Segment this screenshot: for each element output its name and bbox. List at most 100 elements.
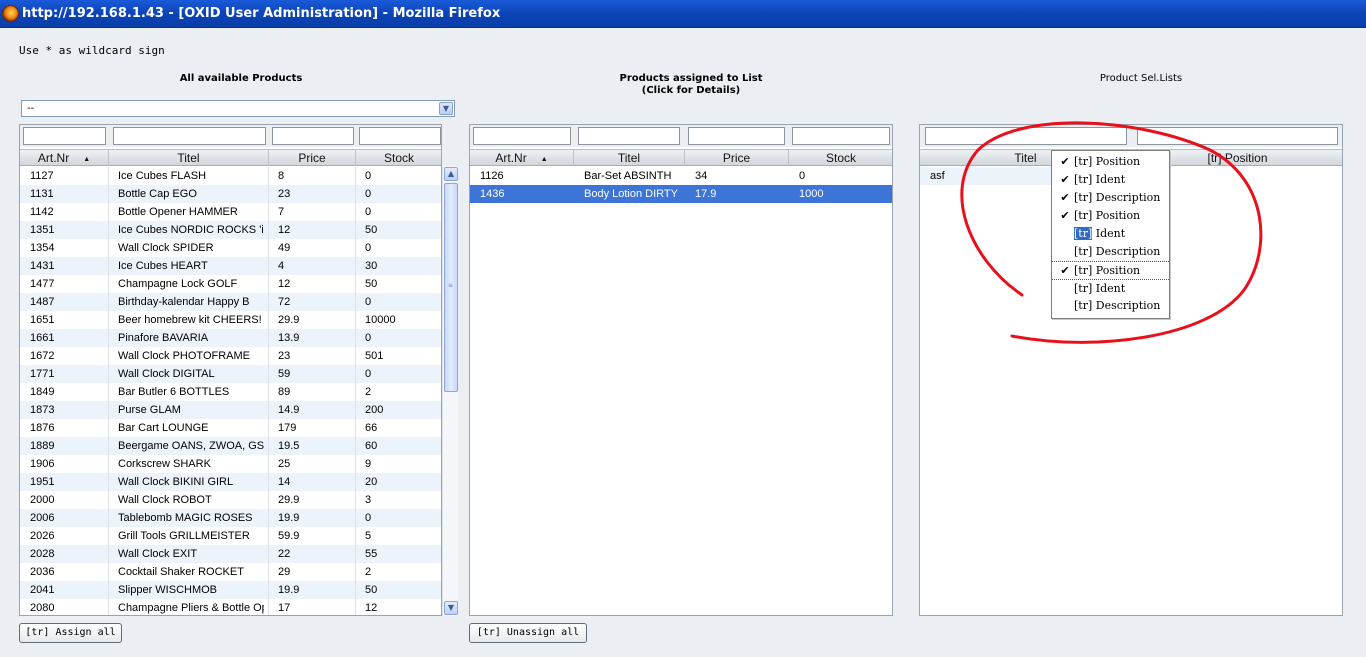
filter-position-input[interactable]	[1137, 127, 1338, 145]
scroll-thumb[interactable]: ≡	[444, 183, 458, 392]
menu-item-text: [tr] Position	[1074, 264, 1141, 277]
titel-cell: Ice Cubes NORDIC ROCKS 'ic	[118, 224, 264, 236]
left-grid-scrollbar[interactable]: ▲ ≡ ▼	[442, 166, 458, 616]
table-row[interactable]: 1127 Ice Cubes FLASH 8 0	[20, 167, 441, 185]
artnr-cell: 1906	[30, 458, 55, 470]
artnr-cell: 2028	[30, 548, 55, 560]
table-row[interactable]: 2000 Wall Clock ROBOT 29.9 3	[20, 491, 441, 509]
chevron-down-icon[interactable]: ▼	[439, 102, 453, 115]
table-row[interactable]: 2026 Grill Tools GRILLMEISTER 59.9 5	[20, 527, 441, 545]
table-row[interactable]: 1951 Wall Clock BIKINI GIRL 14 20	[20, 473, 441, 491]
table-row[interactable]: 1487 Birthday-kalendar Happy B 72 0	[20, 293, 441, 311]
table-row[interactable]: 1431 Ice Cubes HEART 4 30	[20, 257, 441, 275]
table-row[interactable]: 1889 Beergame OANS, ZWOA, GS 19.5 60	[20, 437, 441, 455]
titel-cell: Bar Cart LOUNGE	[118, 422, 209, 434]
price-cell: 29.9	[278, 314, 300, 326]
filter-titel-input[interactable]	[925, 127, 1127, 145]
artnr-cell: 1351	[30, 224, 55, 236]
table-row[interactable]: 1436 Body Lotion DIRTY 17.9 1000	[470, 185, 892, 203]
table-row[interactable]: 1351 Ice Cubes NORDIC ROCKS 'ic 12 50	[20, 221, 441, 239]
menu-item[interactable]: ✔ [tr] Ident	[1052, 171, 1169, 189]
menu-item-text: [tr] Position	[1074, 209, 1141, 222]
menu-item-label: [tr] Description	[1074, 243, 1160, 261]
column-header-price[interactable]: Price	[269, 150, 356, 166]
unassign-all-button[interactable]: [tr] Unassign all	[469, 623, 587, 643]
menu-item[interactable]: ✔ [tr] Position	[1052, 261, 1169, 279]
table-row[interactable]: 2036 Cocktail Shaker ROCKET 29 2	[20, 563, 441, 581]
stock-cell: 2	[365, 386, 372, 398]
menu-item-label: [tr] Position	[1074, 207, 1140, 225]
titel-cell: Bar Butler 6 BOTTLES	[118, 386, 230, 398]
right-panel-title: Product Sel.Lists	[1099, 73, 1183, 84]
stock-cell: 30	[365, 260, 378, 272]
menu-item-label: [tr] Position	[1074, 262, 1140, 280]
table-row[interactable]: 2006 Tablebomb MAGIC ROSES 19.9 0	[20, 509, 441, 527]
price-cell: 49	[278, 242, 291, 254]
category-select[interactable]: -- ▼	[21, 100, 455, 117]
artnr-cell: 2080	[30, 602, 55, 614]
menu-item[interactable]: ✔ [tr] Position	[1052, 207, 1169, 225]
titel-cell: Tablebomb MAGIC ROSES	[118, 512, 253, 524]
artnr-cell: 1431	[30, 260, 55, 272]
column-header-titel[interactable]: Titel	[109, 150, 269, 166]
menu-item[interactable]: [tr] Description	[1052, 297, 1169, 315]
filter-stock-input[interactable]	[359, 127, 441, 145]
column-header-stock[interactable]: Stock	[356, 150, 441, 166]
column-header-artnr[interactable]: Art.Nr ▲	[470, 150, 574, 166]
menu-item-text: [tr] Description	[1074, 299, 1161, 312]
artnr-cell: 2036	[30, 566, 55, 578]
column-header-titel[interactable]: Titel	[574, 150, 685, 166]
table-row[interactable]: 1126 Bar-Set ABSINTH 34 0	[470, 167, 892, 185]
column-header-artnr[interactable]: Art.Nr ▲	[20, 150, 109, 166]
table-row[interactable]: 1849 Bar Butler 6 BOTTLES 89 2	[20, 383, 441, 401]
artnr-cell: 1477	[30, 278, 55, 290]
scroll-down-icon[interactable]: ▼	[444, 601, 458, 615]
filter-artnr-input[interactable]	[23, 127, 106, 145]
assign-all-button[interactable]: [tr] Assign all	[19, 623, 122, 643]
table-row[interactable]: 1131 Bottle Cap EGO 23 0	[20, 185, 441, 203]
table-row[interactable]: 2080 Champagne Pliers & Bottle Op 17 12	[20, 599, 441, 615]
filter-titel-input[interactable]	[578, 127, 680, 145]
price-cell: 29	[278, 566, 291, 578]
menu-item[interactable]: [tr] Ident	[1052, 279, 1169, 297]
price-cell: 59.9	[278, 530, 300, 542]
table-row[interactable]: 1906 Corkscrew SHARK 25 9	[20, 455, 441, 473]
column-header-price[interactable]: Price	[685, 150, 789, 166]
table-row[interactable]: 1672 Wall Clock PHOTOFRAME 23 501	[20, 347, 441, 365]
stock-cell: 66	[365, 422, 378, 434]
filter-titel-input[interactable]	[113, 127, 266, 145]
price-cell: 4	[278, 260, 285, 272]
filter-stock-input[interactable]	[792, 127, 890, 145]
table-row[interactable]: 2041 Slipper WISCHMOB 19.9 50	[20, 581, 441, 599]
artnr-cell: 1661	[30, 332, 55, 344]
artnr-cell: 1127	[30, 170, 54, 182]
menu-item[interactable]: ✔ [tr] Position	[1052, 153, 1169, 171]
table-row[interactable]: 1477 Champagne Lock GOLF 12 50	[20, 275, 441, 293]
menu-item[interactable]: [tr] Ident	[1052, 225, 1169, 243]
table-row[interactable]: 1873 Purse GLAM 14.9 200	[20, 401, 441, 419]
filter-artnr-input[interactable]	[473, 127, 571, 145]
titel-cell: Ice Cubes FLASH	[118, 170, 207, 182]
scroll-up-icon[interactable]: ▲	[444, 167, 458, 181]
table-row[interactable]: 2028 Wall Clock EXIT 22 55	[20, 545, 441, 563]
menu-item[interactable]: [tr] Description	[1052, 243, 1169, 261]
table-row[interactable]: 1771 Wall Clock DIGITAL 59 0	[20, 365, 441, 383]
checkmark-icon: ✔	[1060, 155, 1070, 168]
filter-price-input[interactable]	[272, 127, 354, 145]
filter-price-input[interactable]	[688, 127, 785, 145]
left-panel-title: All available Products	[179, 73, 303, 84]
menu-item[interactable]: ✔ [tr] Description	[1052, 189, 1169, 207]
table-row[interactable]: 1661 Pinafore BAVARIA 13.9 0	[20, 329, 441, 347]
artnr-cell: 1651	[30, 314, 55, 326]
menu-item-text: [tr] Position	[1074, 155, 1141, 168]
titel-cell: Wall Clock DIGITAL	[118, 368, 215, 380]
artnr-cell: 1436	[480, 188, 505, 200]
column-header-stock[interactable]: Stock	[789, 150, 892, 166]
artnr-cell: 1876	[30, 422, 55, 434]
sort-asc-icon: ▲	[540, 156, 548, 163]
table-row[interactable]: 1876 Bar Cart LOUNGE 179 66	[20, 419, 441, 437]
table-row[interactable]: 1142 Bottle Opener HAMMER 7 0	[20, 203, 441, 221]
table-row[interactable]: 1354 Wall Clock SPIDER 49 0	[20, 239, 441, 257]
titel-cell: Corkscrew SHARK	[118, 458, 211, 470]
table-row[interactable]: 1651 Beer homebrew kit CHEERS! 29.9 10000	[20, 311, 441, 329]
